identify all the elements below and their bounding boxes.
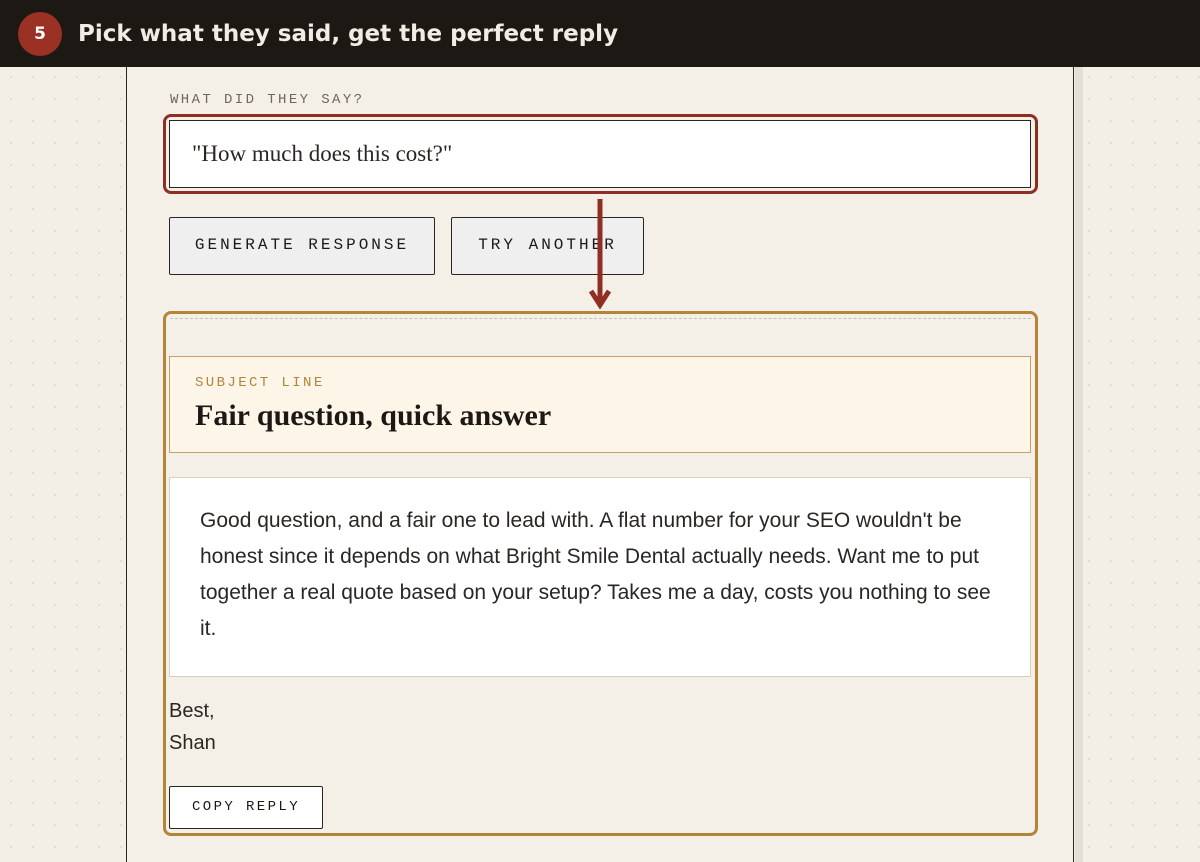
copy-reply-button[interactable]: COPY REPLY <box>169 786 323 829</box>
subject-line-text: Fair question, quick answer <box>195 399 552 432</box>
subject-line-box: SUBJECT LINE Fair question, quick answer <box>169 356 1031 453</box>
page-title: Pick what they said, get the perfect rep… <box>78 21 619 47</box>
step-number-badge: 5 <box>18 12 62 56</box>
sheet-shadow <box>1075 67 1083 862</box>
reply-body-text: Good question, and a fair one to lead wi… <box>200 509 991 640</box>
prompt-label: WHAT DID THEY SAY? <box>170 92 365 108</box>
top-bar: 5 Pick what they said, get the perfect r… <box>0 0 1200 67</box>
signoff-greeting: Best, <box>169 700 215 722</box>
try-another-button[interactable]: TRY ANOTHER <box>451 217 644 275</box>
reply-body-box: Good question, and a fair one to lead wi… <box>169 477 1031 677</box>
arrow-down-icon <box>588 199 612 310</box>
signoff-name: Shan <box>169 732 216 754</box>
prompt-input[interactable] <box>169 120 1031 188</box>
dashed-divider <box>170 318 1031 319</box>
subject-line-label: SUBJECT LINE <box>195 375 325 391</box>
generate-response-button[interactable]: GENERATE RESPONSE <box>169 217 435 275</box>
